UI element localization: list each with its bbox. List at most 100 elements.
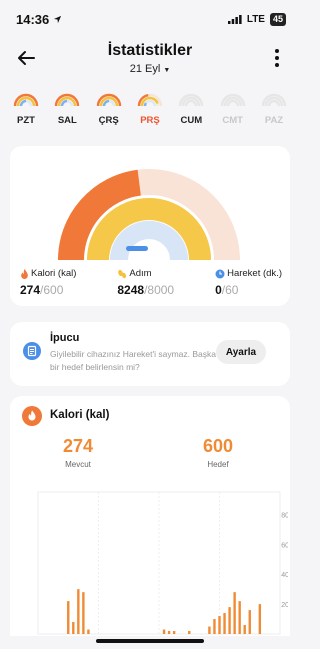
day-ring-progress — [143, 102, 147, 107]
page-title: İstatistikler — [107, 42, 193, 59]
day-ring-icon — [179, 93, 204, 107]
chart-bar — [228, 607, 231, 634]
day-cmt[interactable]: CMT — [213, 92, 253, 134]
week-day-selector: PZT SAL ÇRŞ PRŞ CUM CMT PAZ — [6, 92, 294, 134]
day-ring-icon — [261, 93, 287, 107]
chart-bar — [213, 619, 216, 634]
step-goal: /8000 — [144, 283, 175, 297]
day-ring-icon — [220, 93, 245, 107]
move-goal: /60 — [221, 283, 239, 297]
day-ring-progress — [19, 99, 27, 107]
calorie-value: 274/600 — [20, 283, 76, 297]
date-label: 21 Eyl — [129, 63, 161, 75]
day-paz[interactable]: PAZ — [254, 92, 294, 134]
battery-icon: 45 — [269, 12, 286, 26]
day-prş[interactable]: PRŞ — [130, 92, 170, 134]
day-label: CUM — [180, 115, 203, 126]
chart-bar — [208, 626, 211, 634]
tip-document-icon — [23, 342, 41, 360]
app-header: İstatistikler 21 Eyl ▼ — [0, 38, 300, 82]
chart-bar — [87, 629, 90, 634]
day-pzt[interactable]: PZT — [6, 92, 46, 134]
signal-icon — [227, 14, 242, 24]
y-tick-label: 40 — [281, 572, 288, 579]
tip-title: İpucu — [50, 332, 80, 344]
more-options-icon[interactable] — [272, 48, 282, 68]
day-label: PRŞ — [140, 115, 160, 126]
chart-bar — [72, 622, 75, 634]
day-ring-track — [185, 99, 198, 107]
day-çrş[interactable]: ÇRŞ — [89, 92, 129, 134]
day-ring-icon — [13, 93, 39, 107]
chart-bar — [77, 589, 80, 634]
status-indicators: LTE 45 — [227, 12, 286, 26]
calorie-metric-label: Kalori (kal) — [20, 268, 76, 279]
day-label: SAL — [57, 115, 77, 126]
calorie-metric: Kalori (kal) 274/600 — [20, 268, 76, 297]
current-calorie-value: 274 — [62, 436, 94, 456]
step-value: 8248/8000 — [117, 283, 174, 297]
calorie-bar-chart: 80 60 40 20 — [37, 491, 288, 635]
chart-bar — [258, 604, 262, 634]
footprint-icon — [118, 269, 127, 278]
move-metric: Hareket (dk.) 0/60 — [215, 268, 282, 297]
caret-down-icon: ▼ — [163, 67, 171, 74]
date-selector[interactable]: 21 Eyl ▼ — [0, 63, 300, 75]
day-label: ÇRŞ — [98, 115, 119, 126]
day-ring-track — [267, 99, 281, 107]
move-value: 0/60 — [215, 283, 282, 297]
adjust-button[interactable]: Ayarla — [216, 340, 266, 364]
clock-icon — [215, 269, 225, 278]
current-calorie-stat: 274 Mevcut — [48, 436, 108, 469]
calorie-goal: /600 — [40, 283, 64, 297]
calorie-label-text: Kalori (kal) — [31, 268, 77, 279]
day-cum[interactable]: CUM — [171, 92, 211, 134]
goal-calorie-stat: 600 Hedef — [188, 436, 248, 469]
step-metric-label: Adım — [117, 268, 174, 279]
chart-bar — [223, 613, 226, 634]
calorie-card: Kalori (kal) 274 Mevcut 600 Hedef 80 60 40… — [10, 396, 290, 636]
day-label: CMT — [222, 115, 243, 126]
chart-bar — [243, 625, 246, 634]
network-label: LTE — [246, 13, 265, 25]
move-arc-fill — [110, 221, 188, 260]
move-progress-marker — [126, 246, 148, 251]
metrics-row: Kalori (kal) 274/600 Adım 8248/8000 Hare… — [20, 268, 282, 297]
activity-summary-card: Kalori (kal) 274/600 Adım 8248/8000 Hare… — [10, 146, 290, 306]
day-label: PZT — [17, 115, 35, 126]
day-ring-icon — [96, 93, 121, 107]
move-label-text: Hareket (dk.) — [227, 268, 282, 279]
status-time: 14:36 — [16, 12, 62, 27]
step-current: 8248 — [117, 283, 145, 297]
activity-rings-gauge — [58, 169, 240, 260]
chart-bar — [67, 601, 70, 634]
location-arrow-icon — [54, 15, 62, 23]
flame-icon — [22, 406, 42, 426]
chart-bar — [233, 592, 236, 634]
chart-bar — [248, 610, 251, 634]
status-time-text: 14:36 — [16, 11, 50, 27]
home-indicator — [96, 639, 204, 643]
day-ring-progress — [61, 99, 68, 107]
status-bar: 14:36 LTE 45 — [0, 0, 300, 38]
day-ring-icon — [55, 93, 80, 107]
goal-calorie-value: 600 — [202, 436, 234, 456]
day-sal[interactable]: SAL — [47, 92, 87, 134]
day-label: PAZ — [264, 115, 284, 126]
y-tick-label: 60 — [281, 542, 288, 549]
goal-calorie-label: Hedef — [207, 460, 229, 469]
step-metric: Adım 8248/8000 — [117, 268, 174, 297]
move-metric-label: Hareket (dk.) — [215, 268, 282, 279]
calorie-current: 274 — [20, 283, 41, 297]
chart-bar — [162, 629, 166, 634]
day-ring-progress — [102, 99, 109, 107]
chart-bar — [238, 601, 241, 634]
chart-bar — [82, 592, 85, 634]
current-calorie-label: Mevcut — [65, 460, 91, 469]
tip-text: Giyilebilir cihazınız Hareket'i saymaz. … — [50, 349, 217, 372]
flame-icon — [21, 268, 28, 279]
day-ring-icon — [137, 93, 163, 107]
calorie-card-title: Kalori (kal) — [50, 409, 110, 421]
day-ring-track — [226, 99, 239, 107]
chart-bar — [218, 616, 221, 634]
